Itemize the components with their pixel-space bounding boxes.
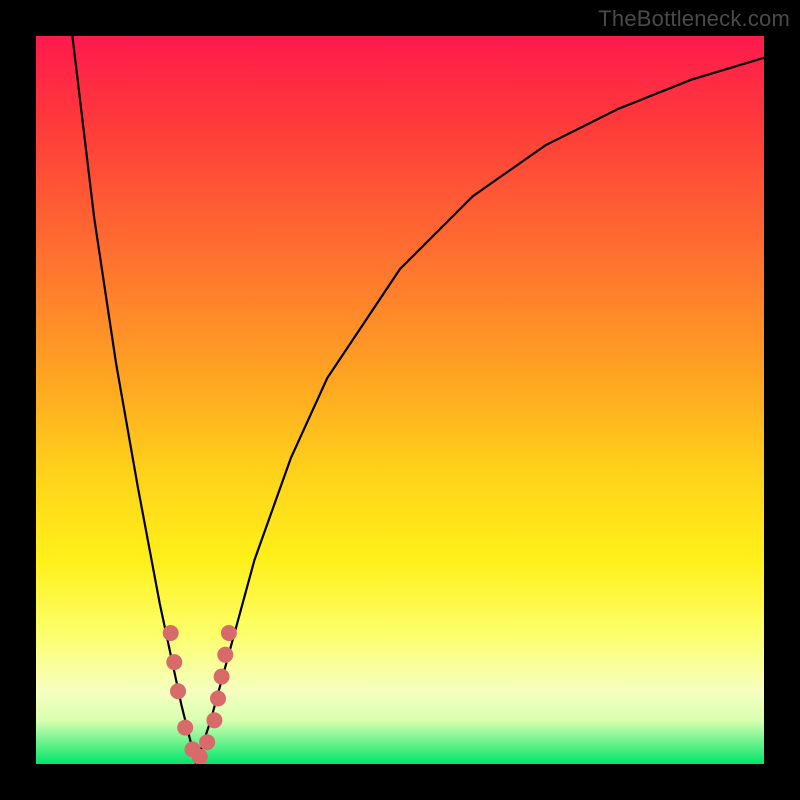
plot-area xyxy=(36,36,764,764)
watermark-text: TheBottleneck.com xyxy=(598,6,790,32)
marker-dot xyxy=(166,654,182,670)
marker-dot xyxy=(163,625,179,641)
marker-dot xyxy=(214,669,230,685)
marker-dot xyxy=(206,712,222,728)
marker-dot xyxy=(177,720,193,736)
chart-frame: TheBottleneck.com xyxy=(0,0,800,800)
marker-dot xyxy=(217,647,233,663)
marker-dot xyxy=(199,734,215,750)
chart-svg xyxy=(36,36,764,764)
marker-dot xyxy=(221,625,237,641)
marker-dot xyxy=(210,691,226,707)
marker-dot xyxy=(170,683,186,699)
marker-dot xyxy=(192,749,208,764)
marker-group xyxy=(163,625,237,764)
